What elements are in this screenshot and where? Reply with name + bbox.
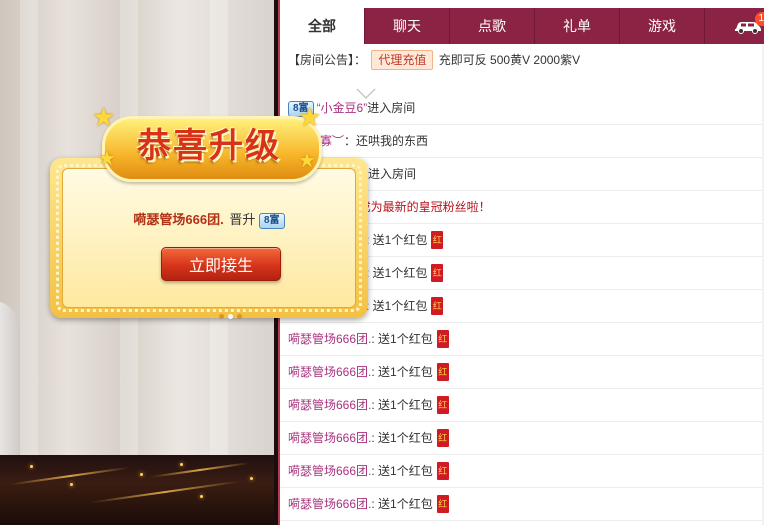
chat-message: 嗬瑟管场666团.: 送1个红包红	[280, 356, 764, 389]
upgrade-message: 嗬瑟管场666团. 晋升 8富	[63, 209, 355, 229]
message-text: : 送1个红包	[371, 431, 433, 445]
agent-recharge-link[interactable]: 代理充值	[371, 50, 434, 70]
message-text: : 送1个红包	[371, 497, 433, 511]
chat-message: 嗬瑟管场666团.: 送1个红包红	[280, 455, 764, 488]
red-packet-icon: 红	[436, 494, 449, 513]
red-packet-icon: 红	[431, 230, 444, 249]
message-text: : 送1个红包	[371, 365, 433, 379]
chat-message: 嗬瑟管场666团.: 送1个红包红	[280, 488, 764, 521]
announcement-text: 充即可反 500黄V 2000紫V	[438, 53, 581, 67]
red-packet-icon: 红	[436, 362, 449, 381]
tab-song-request[interactable]: 点歌	[450, 8, 535, 44]
message-user[interactable]: 嗬瑟管场666团.	[288, 365, 371, 379]
car-count-badge: 10	[755, 12, 764, 26]
message-text: : 送1个红包	[366, 266, 428, 280]
tab-all[interactable]: 全部	[280, 8, 365, 44]
message-text: : 送1个红包	[366, 299, 428, 313]
message-user[interactable]: 嗬瑟管场666团.	[288, 431, 371, 445]
popup-pager-dots	[210, 308, 250, 322]
message-text: 进入房间	[368, 167, 417, 181]
message-user[interactable]: 嗬瑟管场666团.	[288, 332, 371, 346]
chat-message: 嗬瑟管场666团.: 送1个红包红	[280, 389, 764, 422]
video-bottom-effects	[0, 455, 274, 525]
upgrade-username: 嗬瑟管场666团.	[133, 212, 224, 227]
chat-message: 嗬瑟管场666团.: 送1个红包红	[280, 323, 764, 356]
message-user[interactable]: 嗬瑟管场666团.	[288, 398, 371, 412]
banner-title: 恭喜升级	[137, 127, 281, 165]
curtain-fold	[20, 0, 38, 455]
announcement-prefix: 【房间公告】：	[288, 53, 367, 67]
message-text: : 送1个红包	[371, 398, 433, 412]
upgrade-verb: 晋升	[229, 212, 256, 227]
red-packet-icon: 红	[431, 296, 444, 315]
tab-chat[interactable]: 聊天	[365, 8, 450, 44]
chat-tabs: 全部 聊天 点歌 礼单 游戏 10	[280, 8, 764, 44]
popup-frame: 嗬瑟管场666团. 晋升 8富 立即接生	[50, 158, 368, 318]
chat-message: 嗬瑟管场666团.: 送1个红包红	[280, 422, 764, 455]
tab-gift-list[interactable]: 礼单	[535, 8, 620, 44]
red-packet-icon: 红	[431, 263, 444, 282]
streamer-shoulder	[0, 300, 20, 470]
tab-games[interactable]: 游戏	[620, 8, 705, 44]
level-up-popup: 嗬瑟管场666团. 晋升 8富 立即接生 ★ ★ ★ ★ 恭喜升级	[50, 96, 370, 322]
congrats-banner: ★ ★ ★ ★ 恭喜升级	[92, 102, 322, 182]
red-packet-icon: 红	[436, 329, 449, 348]
message-text: : 送1个红包	[366, 233, 428, 247]
message-text: : 送1个红包	[371, 332, 433, 346]
message-user[interactable]: 嗬瑟管场666团.	[288, 464, 371, 478]
red-packet-icon: 红	[436, 461, 449, 480]
room-announcement: 【房间公告】： 代理充值 充即可反 500黄V 2000紫V	[288, 50, 758, 70]
popup-body: 嗬瑟管场666团. 晋升 8富 立即接生	[62, 168, 356, 308]
confirm-button[interactable]: 立即接生	[161, 247, 281, 281]
level-badge: 8富	[259, 212, 285, 229]
red-packet-icon: 红	[436, 428, 449, 447]
message-user[interactable]: 嗬瑟管场666团.	[288, 497, 371, 511]
message-text: 进入房间	[367, 101, 416, 115]
message-text: : 送1个红包	[371, 464, 433, 478]
red-packet-icon: 红	[436, 395, 449, 414]
tab-car[interactable]: 10	[705, 8, 764, 44]
